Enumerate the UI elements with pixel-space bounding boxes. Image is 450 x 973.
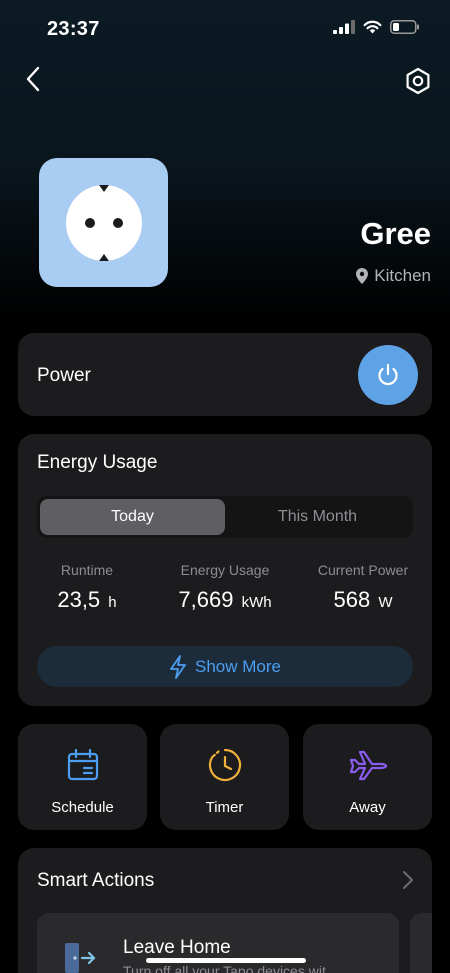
wifi-icon — [363, 20, 382, 34]
device-image — [39, 158, 168, 287]
status-time: 23:37 — [47, 18, 100, 40]
schedule-button[interactable]: Schedule — [18, 724, 147, 830]
device-location: Kitchen — [356, 266, 431, 286]
chevron-left-icon — [26, 66, 40, 92]
quick-icon-wrap — [303, 748, 432, 782]
action-icon-wrap — [63, 941, 97, 973]
stat-value: 23,5 h — [18, 587, 156, 613]
door-exit-icon — [65, 943, 96, 973]
smart-action-leave-home[interactable]: Leave Home Turn off all your Tapo device… — [37, 913, 399, 973]
timer-button[interactable]: Timer — [160, 724, 289, 830]
tab-today[interactable]: Today — [40, 499, 225, 535]
power-label: Power — [37, 365, 91, 386]
action-title: Leave Home — [123, 937, 231, 958]
smart-actions-card: Smart Actions Leave Home Turn off all yo… — [18, 848, 432, 973]
power-icon — [378, 363, 398, 386]
energy-usage-card: Energy Usage Today This Month Runtime 23… — [18, 434, 432, 706]
stat-label: Current Power — [317, 562, 409, 578]
status-icons — [333, 20, 420, 34]
stat-value: 568 W — [294, 587, 432, 613]
action-description: Turn off all your Tapo devices wit — [123, 963, 326, 973]
device-location-label: Kitchen — [374, 266, 431, 285]
stat-energy-usage: Energy Usage 7,669 kWh — [156, 562, 294, 613]
away-button[interactable]: Away — [303, 724, 432, 830]
stat-number: 568 — [333, 587, 371, 612]
status-bar: 23:37 — [0, 0, 450, 60]
schedule-label: Schedule — [51, 799, 114, 816]
home-indicator[interactable] — [146, 958, 306, 963]
stat-runtime: Runtime 23,5 h — [18, 562, 156, 613]
stat-number: 23,5 — [57, 587, 101, 612]
location-pin-icon — [356, 268, 369, 284]
energy-usage-title: Energy Usage — [37, 452, 158, 473]
show-more-label: Show More — [195, 656, 281, 676]
power-card: Power — [18, 333, 432, 416]
smart-plug-icon — [65, 184, 142, 261]
gear-icon — [406, 67, 430, 95]
top-navigation — [0, 62, 450, 98]
chevron-right-icon — [403, 871, 413, 889]
period-segmented-control: Today This Month — [37, 496, 413, 538]
stat-label: Runtime — [60, 562, 114, 578]
smart-actions-title: Smart Actions — [37, 870, 155, 891]
signal-icon — [333, 20, 355, 34]
quick-icon-wrap — [18, 748, 147, 782]
stat-value: 7,669 kWh — [156, 587, 294, 613]
power-toggle-button[interactable] — [358, 345, 418, 405]
stat-unit: kWh — [241, 594, 272, 611]
show-more-button[interactable]: Show More — [37, 646, 413, 687]
settings-button[interactable] — [402, 65, 434, 97]
stat-label: Energy Usage — [180, 562, 270, 578]
airplane-icon — [349, 750, 387, 781]
back-button[interactable] — [20, 64, 46, 94]
stat-current-power: Current Power 568 W — [294, 562, 432, 613]
quick-icon-wrap — [160, 748, 289, 782]
battery-icon — [390, 20, 419, 34]
timer-label: Timer — [205, 799, 244, 816]
stat-number: 7,669 — [178, 587, 234, 612]
stat-unit: h — [108, 594, 117, 611]
lightning-icon — [170, 654, 186, 679]
energy-stats: Runtime 23,5 h Energy Usage 7,669 kWh Cu… — [18, 562, 432, 613]
clock-icon — [208, 748, 241, 782]
smart-action-next-card[interactable] — [410, 913, 432, 973]
stat-unit: W — [378, 594, 393, 611]
device-name: Gree — [360, 216, 431, 251]
smart-actions-more-button[interactable] — [402, 870, 416, 892]
tab-this-month[interactable]: This Month — [225, 499, 410, 535]
calendar-icon — [67, 748, 98, 781]
away-label: Away — [349, 799, 386, 816]
